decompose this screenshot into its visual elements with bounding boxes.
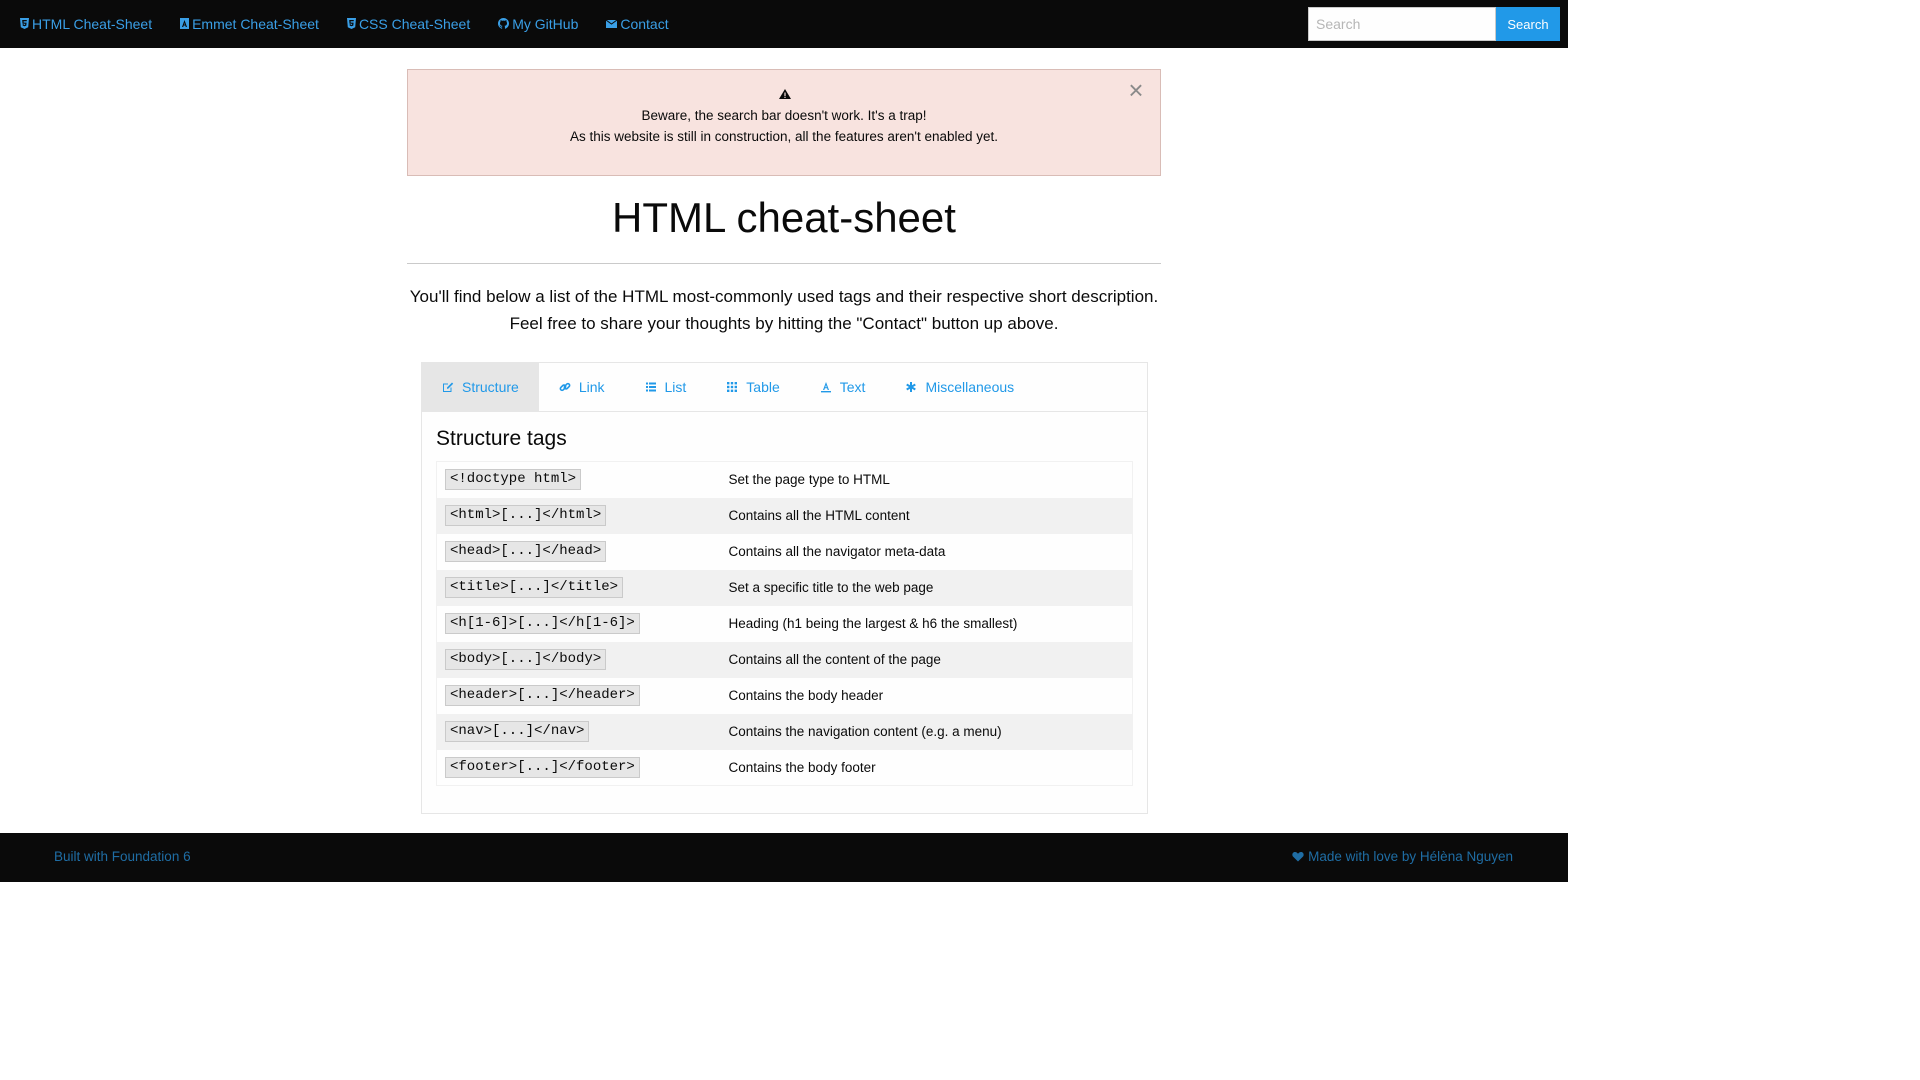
description-cell: Contains all the HTML content: [728, 508, 910, 523]
made-with-love: Made with love by Hélèna Nguyen: [1292, 849, 1513, 864]
nav-my-github[interactable]: My GitHub: [498, 16, 578, 32]
page-title: HTML cheat-sheet: [612, 194, 956, 241]
github-icon: [498, 17, 510, 29]
search-input[interactable]: [1308, 7, 1496, 41]
nav-label: Contact: [620, 16, 669, 32]
close-icon[interactable]: ×: [1126, 77, 1146, 103]
tag-code: <h[1-6]>[...]</h[1-6]>: [445, 613, 640, 634]
table-row: <header>[...]</header> Contains the body…: [437, 678, 1133, 714]
tab-label: List: [664, 379, 687, 395]
intro-text: You'll find below a list of the HTML mos…: [0, 283, 1568, 337]
tag-code: <head>[...]</head>: [445, 541, 607, 562]
built-with-text: Built with Foundation 6: [54, 849, 191, 864]
tab-text[interactable]: Text: [800, 363, 886, 411]
tag-code: <html>[...]</html>: [445, 505, 607, 526]
heart-icon: [1292, 852, 1304, 862]
description-cell: Contains the body header: [728, 688, 884, 703]
description-cell: Contains all the content of the page: [728, 652, 941, 667]
description-cell: Set the page type to HTML: [728, 472, 890, 488]
intro-line2: Feel free to share your thoughts by hitt…: [509, 314, 1059, 333]
tab-label: Miscellaneous: [925, 379, 1015, 395]
tabs-container: Structure Link List Table Text Miscellan…: [421, 362, 1148, 814]
tab-label: Structure: [462, 379, 519, 395]
tab-link[interactable]: Link: [539, 363, 625, 411]
tab-list[interactable]: List: [625, 363, 707, 411]
tag-cell: <nav>[...]</nav>: [437, 714, 721, 750]
tag-cell: <!doctype html>: [437, 462, 721, 498]
warning-icon: [779, 89, 791, 99]
divider: [407, 263, 1161, 264]
text-icon: [820, 382, 831, 393]
description-cell: Set a specific title to the web page: [728, 580, 934, 595]
edit-icon: [443, 382, 454, 392]
tag-code: <footer>[...]</footer>: [445, 756, 640, 778]
tab-table[interactable]: Table: [706, 363, 799, 411]
html5-icon: [20, 17, 29, 29]
panel-title: Structure tags: [436, 427, 567, 450]
made-with-love-text: Made with love by Hélèna Nguyen: [1308, 849, 1513, 864]
envelope-icon: [606, 19, 618, 28]
tab-label: Table: [746, 379, 780, 395]
alert-message-line1: Beware, the search bar doesn't work. It'…: [641, 108, 927, 123]
tab-label: Text: [839, 379, 866, 395]
structure-tags-table: <!doctype html> Set the page type to HTM…: [436, 461, 1133, 786]
tag-cell: <body>[...]</body>: [437, 642, 721, 678]
tag-cell: <header>[...]</header>: [437, 678, 721, 714]
tag-code: <!doctype html>: [445, 469, 582, 491]
nav-css-cheat-sheet[interactable]: CSS Cheat-Sheet: [346, 16, 471, 32]
search-button[interactable]: Search: [1496, 7, 1560, 41]
tag-code: <header>[...]</header>: [445, 685, 640, 706]
tag-cell: <footer>[...]</footer>: [437, 750, 721, 786]
intro-line1: You'll find below a list of the HTML mos…: [409, 287, 1159, 306]
list-icon: [645, 382, 656, 392]
warning-callout: Beware, the search bar doesn't work. It'…: [407, 69, 1161, 176]
table-row: <html>[...]</html> Contains all the HTML…: [436, 497, 1133, 534]
tag-cell: <head>[...]</head>: [437, 534, 721, 570]
description-cell: Contains the body footer: [728, 759, 876, 775]
table-row: <h[1-6]>[...]</h[1-6]> Heading (h1 being…: [437, 606, 1133, 642]
search-form: Search: [1308, 7, 1560, 41]
grid-icon: [727, 382, 738, 392]
table-row: <footer>[...]</footer> Contains the body…: [437, 750, 1133, 786]
asterisk-icon: [906, 382, 917, 392]
tag-cell: <html>[...]</html>: [437, 498, 721, 534]
table-row: <!doctype html> Set the page type to HTM…: [437, 462, 1133, 498]
nav-html-cheat-sheet[interactable]: HTML Cheat-Sheet: [20, 16, 152, 32]
nav-label: Emmet Cheat-Sheet: [192, 16, 319, 32]
top-nav: HTML Cheat-Sheet Emmet Cheat-Sheet CSS C…: [20, 0, 697, 48]
description-cell: Contains all the navigator meta-data: [728, 544, 946, 559]
tag-code: <title>[...]</title>: [445, 577, 624, 598]
table-row: <body>[...]</body> Contains all the cont…: [436, 641, 1133, 678]
link-icon: [559, 382, 571, 392]
nav-label: HTML Cheat-Sheet: [32, 16, 153, 32]
tabs-bar: Structure Link List Table Text Miscellan…: [422, 363, 1147, 412]
tab-miscellaneous[interactable]: Miscellaneous: [885, 363, 1034, 411]
nav-label: CSS Cheat-Sheet: [358, 16, 471, 32]
nav-contact[interactable]: Contact: [606, 16, 669, 32]
table-row: <head>[...]</head> Contains all the navi…: [437, 534, 1133, 570]
table-row: <nav>[...]</nav> Contains the navigation…: [436, 713, 1133, 750]
alert-message-line2: As this website is still in construction…: [569, 129, 999, 144]
tag-code: <nav>[...]</nav>: [445, 721, 590, 742]
footer: Built with Foundation 6 Made with love b…: [0, 833, 1568, 882]
top-bar: HTML Cheat-Sheet Emmet Cheat-Sheet CSS C…: [0, 0, 1568, 48]
table-row: <title>[...]</title> Set a specific titl…: [436, 569, 1133, 606]
nav-emmet-cheat-sheet[interactable]: Emmet Cheat-Sheet: [180, 16, 319, 32]
tab-structure[interactable]: Structure: [422, 363, 539, 411]
tag-code: <body>[...]</body>: [445, 649, 607, 670]
description-cell: Contains the navigation content (e.g. a …: [728, 724, 1002, 739]
description-cell: Heading (h1 being the largest & h6 the s…: [728, 616, 1018, 631]
nav-label: My GitHub: [512, 16, 579, 32]
tag-cell: <title>[...]</title>: [437, 570, 721, 606]
tag-cell: <h[1-6]>[...]</h[1-6]>: [437, 606, 721, 642]
emmet-icon: [180, 17, 190, 29]
css3-icon: [346, 17, 356, 29]
tab-label: Link: [578, 379, 605, 395]
